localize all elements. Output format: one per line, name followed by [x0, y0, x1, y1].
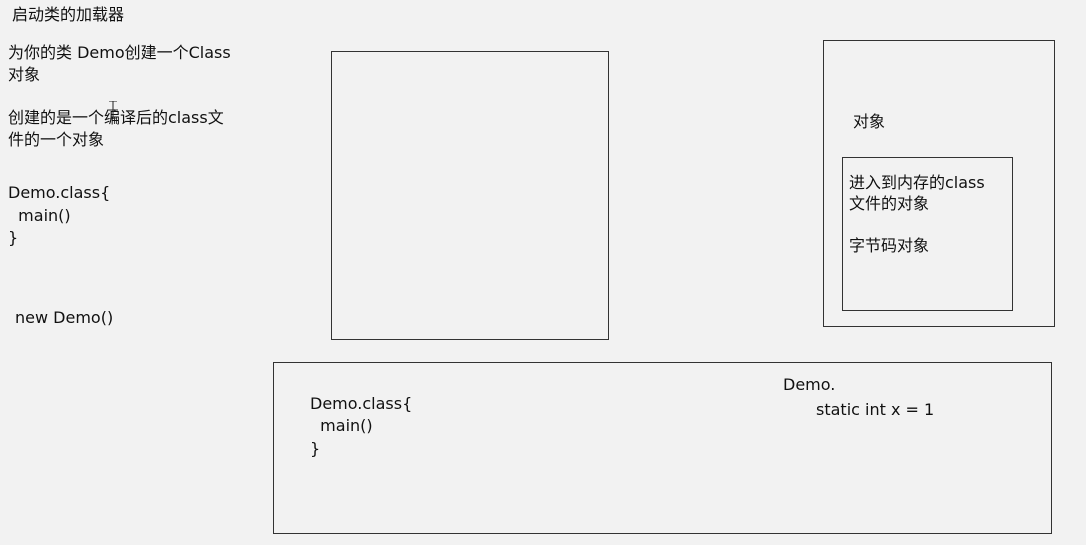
inner-line-2: 文件的对象: [849, 194, 930, 213]
new-demo-text: new Demo(): [15, 308, 114, 327]
middle-box: [331, 51, 609, 340]
code-line-3: }: [8, 228, 19, 247]
static-field-text: static int x = 1: [816, 400, 935, 419]
title-text: 启动类的加载器: [12, 5, 125, 24]
note-line-2b: 件的一个对象: [8, 130, 105, 149]
inner-line-1: 进入到内存的class: [849, 173, 985, 192]
inner-line-3: 字节码对象: [849, 236, 930, 255]
object-label: 对象: [853, 112, 886, 131]
object-box: 对象 进入到内存的class 文件的对象 字节码对象: [823, 40, 1055, 327]
text-cursor-icon: [108, 101, 118, 119]
code-line-1: Demo.class{: [8, 183, 111, 202]
bottom-code-line-3: }: [310, 439, 321, 458]
note-line-1a: 为你的类 Demo创建一个Class: [8, 43, 231, 62]
bytecode-object-box: 进入到内存的class 文件的对象 字节码对象: [842, 157, 1013, 311]
bottom-code-line-1: Demo.class{: [310, 394, 413, 413]
bottom-code-line-2: main(): [310, 416, 373, 435]
demo-partial-text: Demo.: [783, 375, 836, 394]
note-line-1b: 对象: [8, 65, 41, 84]
bottom-box: Demo.class{ main() } Demo. static int x …: [273, 362, 1052, 534]
code-line-2: main(): [8, 206, 71, 225]
